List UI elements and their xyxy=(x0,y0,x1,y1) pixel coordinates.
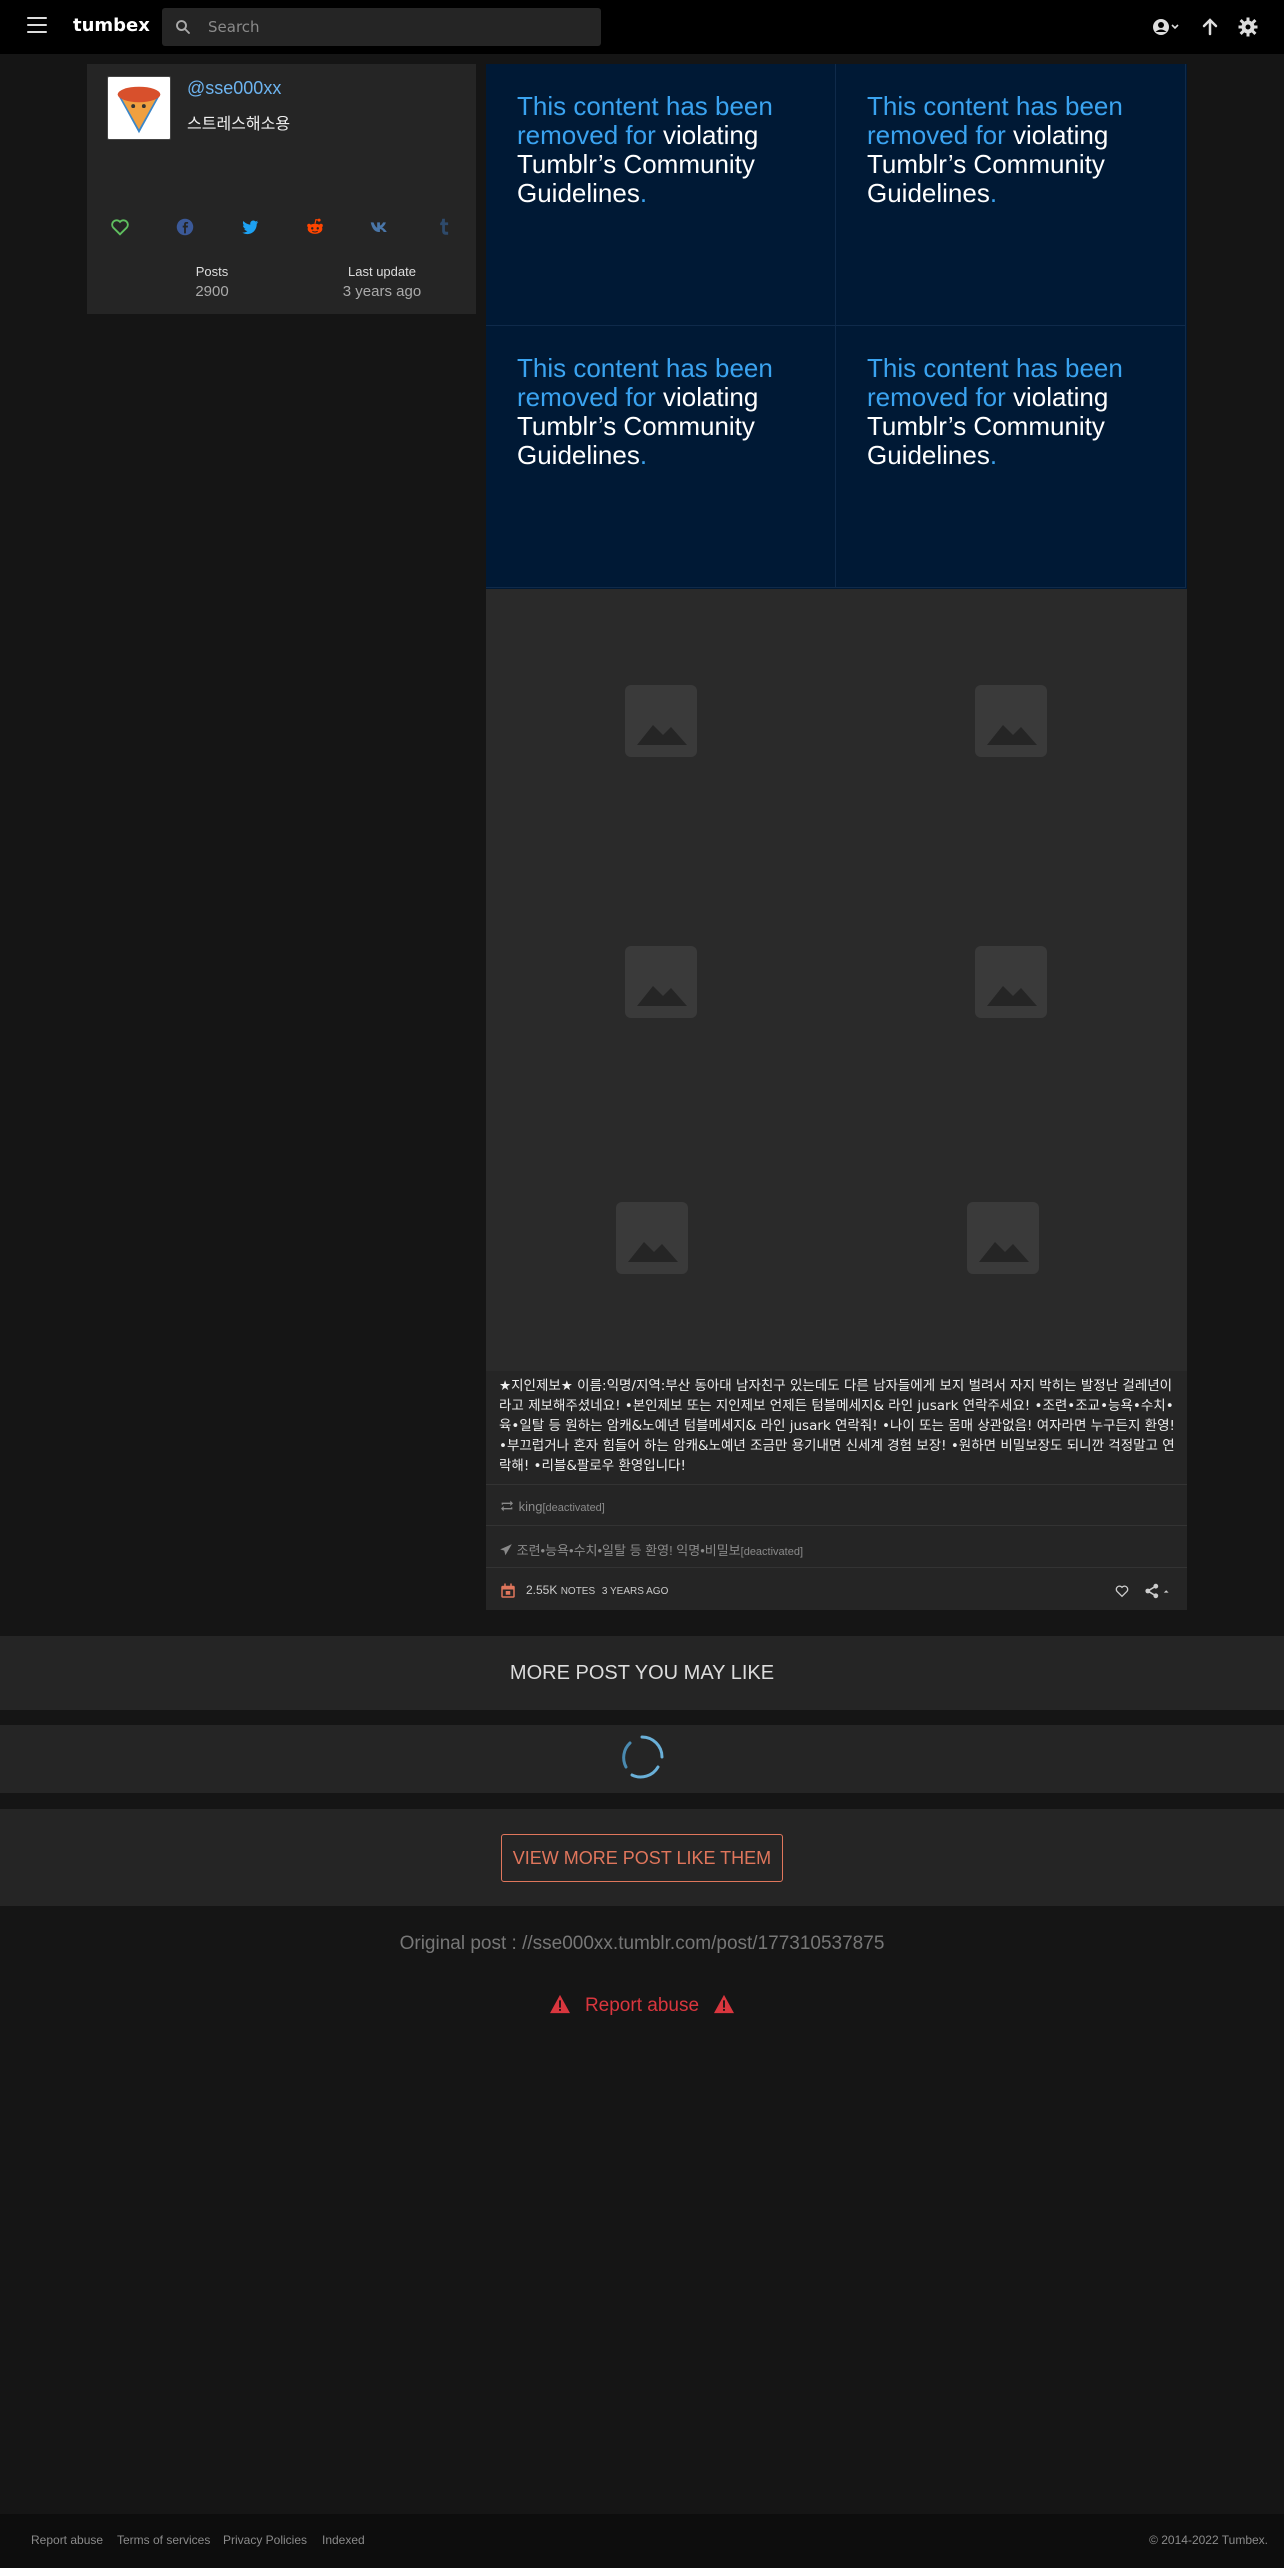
removed-notice-text: This content has been removed for violat… xyxy=(867,354,1157,470)
removed-notice-period: . xyxy=(989,440,998,470)
removed-notice-period: . xyxy=(989,178,998,208)
source-status: [deactivated] xyxy=(740,1546,804,1558)
image-placeholder-icon[interactable] xyxy=(625,685,697,757)
last-update-stat: Last update 3 years ago xyxy=(327,264,437,300)
removed-content-notice: This content has been removed for violat… xyxy=(486,326,836,588)
top-bar: tumbex xyxy=(0,0,1284,54)
facebook-icon[interactable] xyxy=(174,216,196,238)
paper-plane-icon xyxy=(500,1544,512,1556)
warning-icon xyxy=(549,1994,570,2014)
reddit-icon[interactable] xyxy=(304,216,326,238)
settings-gear-icon[interactable] xyxy=(1236,15,1260,39)
last-update-value: 3 years ago xyxy=(342,283,422,300)
footer-report-abuse-link[interactable]: Report abuse xyxy=(31,2533,103,2547)
tumblr-icon[interactable] xyxy=(433,216,455,238)
removed-content-grid: This content has been removed for violat… xyxy=(486,64,1187,589)
removed-notice-text: This content has been removed for violat… xyxy=(517,354,807,470)
posts-label: Posts xyxy=(195,264,229,279)
source-name[interactable]: 조련•능욕•수치•일탈 등 환영! 익명•비밀보 xyxy=(517,1543,741,1558)
notes-count: 2.55K xyxy=(526,1583,558,1597)
blog-username[interactable]: @sse000xx xyxy=(187,78,281,99)
removed-notice-text: This content has been removed for violat… xyxy=(867,92,1157,208)
image-placeholder-icon[interactable] xyxy=(975,946,1047,1018)
image-placeholder-icon[interactable] xyxy=(967,1202,1039,1274)
avatar[interactable] xyxy=(107,76,171,140)
post-time: 3 YEARS AGO xyxy=(601,1586,669,1597)
more-posts-header: MORE POST YOU MAY LIKE xyxy=(0,1636,1284,1710)
search-box xyxy=(162,8,601,46)
twitter-icon[interactable] xyxy=(239,216,261,238)
copyright: © 2014-2022 Tumbex. xyxy=(1149,2533,1268,2547)
image-placeholder-icon[interactable] xyxy=(625,946,697,1018)
notes-label: NOTES xyxy=(560,1586,596,1597)
source-row[interactable]: 조련•능욕•수치•일탈 등 환영! 익명•비밀보[deactivated] xyxy=(499,1540,803,1559)
loading-spinner-icon xyxy=(622,1735,664,1779)
image-placeholder-area xyxy=(486,589,1187,1371)
post-card: This content has been removed for violat… xyxy=(486,64,1187,1610)
last-update-label: Last update xyxy=(348,264,416,279)
warning-icon xyxy=(714,1994,735,2014)
footer-indexed-link[interactable]: Indexed xyxy=(322,2533,365,2547)
reblogged-from-status: [deactivated] xyxy=(542,1502,605,1514)
vk-icon[interactable] xyxy=(368,216,390,238)
menu-icon[interactable] xyxy=(27,17,47,37)
reblog-icon xyxy=(501,1500,513,1512)
more-posts-title: MORE POST YOU MAY LIKE xyxy=(509,1662,775,1684)
avatar-image xyxy=(117,86,161,134)
posts-count: 2900 xyxy=(195,283,229,300)
notes-info[interactable]: 2.55K NOTES 3 YEARS AGO xyxy=(526,1583,668,1597)
removed-content-notice: This content has been removed for violat… xyxy=(836,64,1186,326)
reblogged-from-name[interactable]: king xyxy=(519,1499,543,1514)
scroll-top-icon[interactable] xyxy=(1198,15,1222,39)
post-footer: 2.55K NOTES 3 YEARS AGO xyxy=(486,1572,1187,1610)
footer-privacy-link[interactable]: Privacy Policies xyxy=(223,2533,307,2547)
footer-terms-link[interactable]: Terms of services xyxy=(117,2533,210,2547)
reblogged-from-row[interactable]: king[deactivated] xyxy=(499,1499,605,1514)
removed-notice-period: . xyxy=(639,440,648,470)
posts-stat: Posts 2900 xyxy=(157,264,267,300)
like-heart-icon[interactable] xyxy=(1114,1583,1130,1599)
original-post-link[interactable]: Original post : //sse000xx.tumblr.com/po… xyxy=(0,1933,1284,1955)
post-caption: ★지인제보★ 이름:익명/지역:부산 동아대 남자친구 있는데도 다른 남자들에… xyxy=(499,1378,1175,1474)
removed-content-notice: This content has been removed for violat… xyxy=(836,326,1186,588)
blog-profile-card: @sse000xx 스트레스해소용 Posts 2900 Last update… xyxy=(87,64,476,314)
blog-description: 스트레스해소용 xyxy=(187,114,291,133)
report-abuse[interactable]: Report abuse xyxy=(0,1994,1284,2017)
divider xyxy=(486,1484,1187,1485)
divider xyxy=(486,1525,1187,1526)
like-heart-icon[interactable] xyxy=(109,216,131,238)
removed-notice-period: . xyxy=(639,178,648,208)
brand-logo[interactable]: tumbex xyxy=(73,15,150,36)
search-icon xyxy=(176,20,190,34)
share-icon[interactable] xyxy=(1144,1583,1174,1599)
calendar-icon[interactable] xyxy=(499,1582,517,1600)
removed-notice-text: This content has been removed for violat… xyxy=(517,92,807,208)
view-more-button[interactable]: VIEW MORE POST LIKE THEM xyxy=(501,1834,783,1882)
divider xyxy=(486,1567,1187,1568)
image-placeholder-icon[interactable] xyxy=(616,1202,688,1274)
search-input[interactable] xyxy=(208,8,588,46)
image-placeholder-icon[interactable] xyxy=(975,685,1047,757)
site-footer: Report abuse Terms of services Privacy P… xyxy=(0,2514,1284,2568)
user-account-icon[interactable] xyxy=(1150,15,1182,39)
removed-content-notice: This content has been removed for violat… xyxy=(486,64,836,326)
share-buttons xyxy=(87,212,476,242)
report-abuse-label[interactable]: Report abuse xyxy=(585,1995,699,2016)
